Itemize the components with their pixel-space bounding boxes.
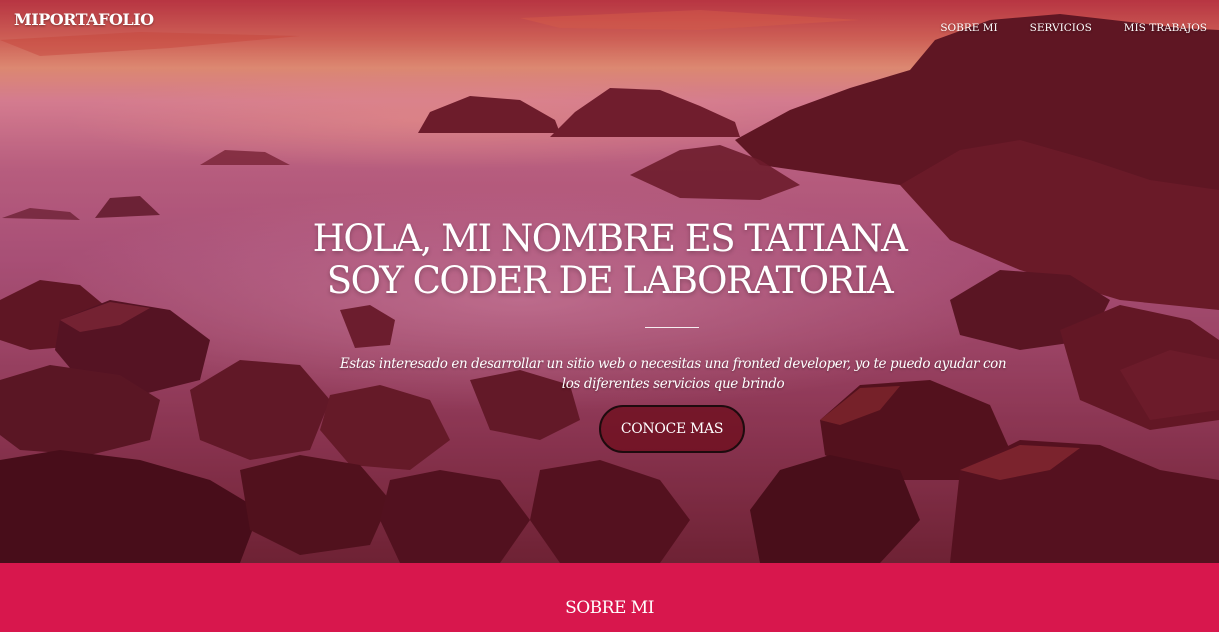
about-section-title: SOBRE MI: [565, 598, 654, 618]
nav-link-servicios[interactable]: SERVICIOS: [1030, 22, 1092, 34]
headline-divider: [645, 327, 699, 328]
nav-link-mis-trabajos[interactable]: MIS TRABAJOS: [1124, 22, 1207, 34]
headline-line-1: HOLA, MI NOMBRE ES TATIANA: [312, 217, 908, 260]
about-section: SOBRE MI: [0, 563, 1219, 632]
hero-description: Estas interesado en desarrollar un sitio…: [339, 356, 1007, 392]
top-navigation: SOBRE MI SERVICIOS MIS TRABAJOS: [940, 22, 1207, 34]
nav-link-sobre-mi[interactable]: SOBRE MI: [940, 22, 997, 34]
headline-line-2: SOY CODER DE LABORATORIA: [326, 259, 894, 302]
conoce-mas-button[interactable]: CONOCE MAS: [599, 405, 745, 453]
hero-headline: HOLA, MI NOMBRE ES TATIANA SOY CODER DE …: [0, 218, 1219, 302]
brand-logo[interactable]: MIPORTAFOLIO: [14, 10, 154, 29]
